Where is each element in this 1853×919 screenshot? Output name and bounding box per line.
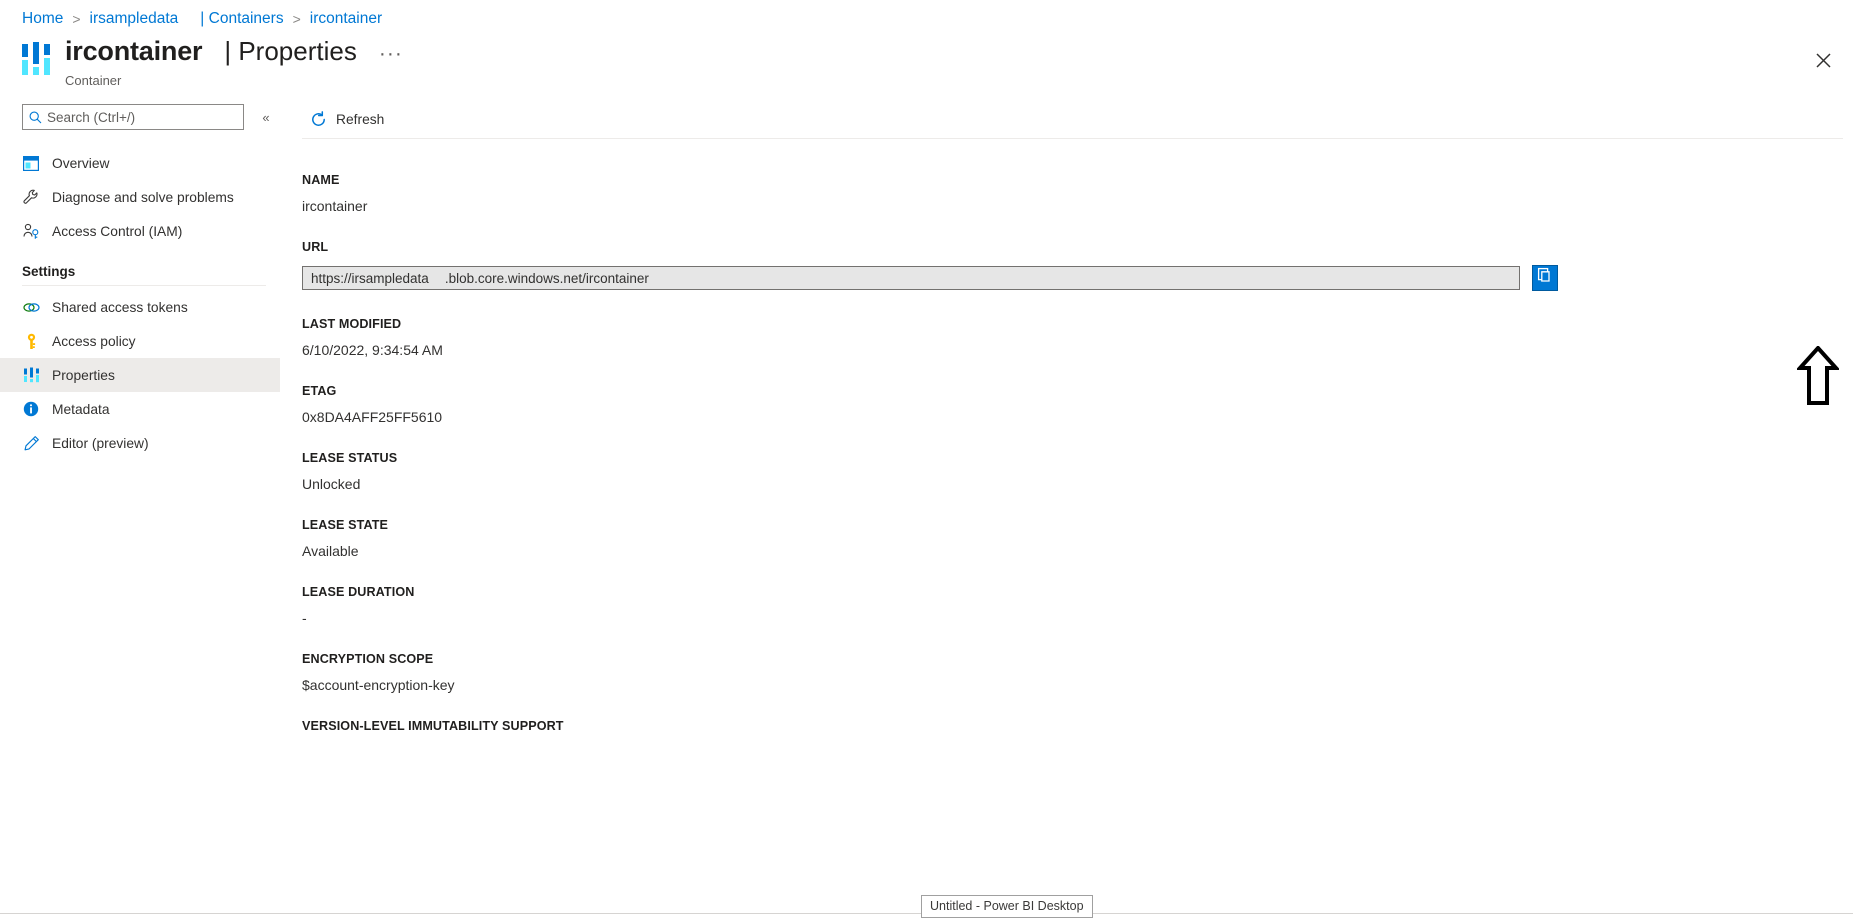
sidebar-item-label-access-control: Access Control (IAM) <box>52 223 183 239</box>
sidebar-group-settings-title: Settings <box>22 264 76 279</box>
url-value-suffix: .blob.core.windows.net/ircontainer <box>444 270 649 286</box>
info-circle-icon <box>22 400 40 418</box>
url-value-prefix: https://irsampledata <box>311 270 429 286</box>
properties-bars-icon <box>22 366 40 384</box>
key-icon <box>22 332 40 350</box>
property-name: NAME ircontainer <box>302 173 1853 214</box>
properties-bars-icon <box>22 42 52 76</box>
url-row: https://irsampledata .blob.core.windows.… <box>302 265 1853 291</box>
refresh-icon <box>310 110 327 128</box>
property-label-lease-duration: LEASE DURATION <box>302 585 415 599</box>
property-label-name: NAME <box>302 173 340 187</box>
page-title: ircontainer <box>65 36 203 66</box>
sidebar-item-diagnose-and-solve-problems[interactable]: Diagnose and solve problems <box>0 180 280 214</box>
sidebar-item-label-diagnose: Diagnose and solve problems <box>52 189 234 205</box>
search-icon <box>23 111 47 124</box>
property-version-level-immutability-support: VERSION-LEVEL IMMUTABILITY SUPPORT <box>302 719 1853 733</box>
sidebar-item-metadata[interactable]: Metadata <box>0 392 280 426</box>
property-etag: ETAG 0x8DA4AFF25FF5610 <box>302 384 1853 425</box>
breadcrumb-item-containers[interactable]: | Containers <box>200 10 283 28</box>
property-lease-status: LEASE STATUS Unlocked <box>302 451 1853 492</box>
pencil-icon <box>22 434 40 452</box>
overview-window-icon <box>22 154 40 172</box>
property-label-url: URL <box>302 240 329 254</box>
property-url: URL https://irsampledata .blob.core.wind… <box>302 240 1853 291</box>
sidebar-item-editor-preview[interactable]: Editor (preview) <box>0 426 280 460</box>
copy-icon <box>1537 267 1554 289</box>
person-key-icon <box>22 222 40 240</box>
breadcrumb-item-irsampledata[interactable]: irsampledata <box>90 10 179 28</box>
refresh-button[interactable]: Refresh <box>302 104 392 134</box>
close-icon[interactable] <box>1805 42 1841 78</box>
url-readonly-field[interactable]: https://irsampledata .blob.core.windows.… <box>302 266 1520 290</box>
link-chain-icon <box>22 298 40 316</box>
sidebar: « Overview Diagnose and solve problems <box>0 100 280 919</box>
taskbar-tooltip: Untitled - Power BI Desktop <box>921 895 1093 918</box>
property-label-etag: ETAG <box>302 384 337 398</box>
property-value-lease-duration: - <box>302 610 307 626</box>
breadcrumb: Home > irsampledata | Containers > ircon… <box>22 8 382 30</box>
sidebar-item-label-shared-access-tokens: Shared access tokens <box>52 299 188 315</box>
search-input[interactable] <box>47 109 243 125</box>
breadcrumb-item-home[interactable]: Home <box>22 10 63 28</box>
properties-list: NAME ircontainer URL https://irsampledat… <box>280 139 1853 733</box>
chevron-double-left-icon[interactable]: « <box>254 105 278 129</box>
property-label-lease-status: LEASE STATUS <box>302 451 398 465</box>
sidebar-item-label-editor: Editor (preview) <box>52 435 149 451</box>
sidebar-group-divider <box>22 285 266 286</box>
sidebar-item-label-properties: Properties <box>52 367 115 383</box>
property-value-encryption-scope: $account-encryption-key <box>302 677 455 693</box>
breadcrumb-item-ircontainer[interactable]: ircontainer <box>310 10 382 28</box>
sidebar-item-access-control-iam[interactable]: Access Control (IAM) <box>0 214 280 248</box>
property-label-version-level-immutability-support: VERSION-LEVEL IMMUTABILITY SUPPORT <box>302 719 564 733</box>
main-content: Refresh NAME ircontainer URL https://irs… <box>280 100 1853 919</box>
sidebar-search-row: « <box>0 100 280 134</box>
page-title-row: ircontainer | Properties ··· Container <box>22 36 403 88</box>
sidebar-item-label-overview: Overview <box>52 155 110 171</box>
refresh-button-label: Refresh <box>336 111 385 127</box>
property-last-modified: LAST MODIFIED 6/10/2022, 9:34:54 AM <box>302 317 1853 358</box>
property-value-last-modified: 6/10/2022, 9:34:54 AM <box>302 342 443 358</box>
search-box[interactable] <box>22 104 244 130</box>
sidebar-item-properties[interactable]: Properties <box>0 358 280 392</box>
property-value-lease-status: Unlocked <box>302 476 361 492</box>
property-label-encryption-scope: ENCRYPTION SCOPE <box>302 652 434 666</box>
sidebar-item-shared-access-tokens[interactable]: Shared access tokens <box>0 290 280 324</box>
breadcrumb-separator-2: > <box>292 11 301 27</box>
sidebar-item-label-metadata: Metadata <box>52 401 110 417</box>
property-label-lease-state: LEASE STATE <box>302 518 388 532</box>
property-encryption-scope: ENCRYPTION SCOPE $account-encryption-key <box>302 652 1853 693</box>
command-bar: Refresh <box>280 100 1853 138</box>
property-label-last-modified: LAST MODIFIED <box>302 317 402 331</box>
property-lease-state: LEASE STATE Available <box>302 518 1853 559</box>
page-subtitle: | Properties <box>224 36 357 66</box>
property-value-lease-state: Available <box>302 543 359 559</box>
property-lease-duration: LEASE DURATION - <box>302 585 1853 626</box>
more-options-button[interactable]: ··· <box>379 43 403 64</box>
property-value-name: ircontainer <box>302 198 368 214</box>
property-value-etag: 0x8DA4AFF25FF5610 <box>302 409 443 425</box>
sidebar-item-access-policy[interactable]: Access policy <box>0 324 280 358</box>
wrench-icon <box>22 188 40 206</box>
sidebar-item-label-access-policy: Access policy <box>52 333 136 349</box>
sidebar-item-overview[interactable]: Overview <box>0 146 280 180</box>
copy-to-clipboard-button[interactable] <box>1532 265 1558 291</box>
resource-type-label: Container <box>65 73 122 88</box>
breadcrumb-separator: > <box>72 11 81 27</box>
